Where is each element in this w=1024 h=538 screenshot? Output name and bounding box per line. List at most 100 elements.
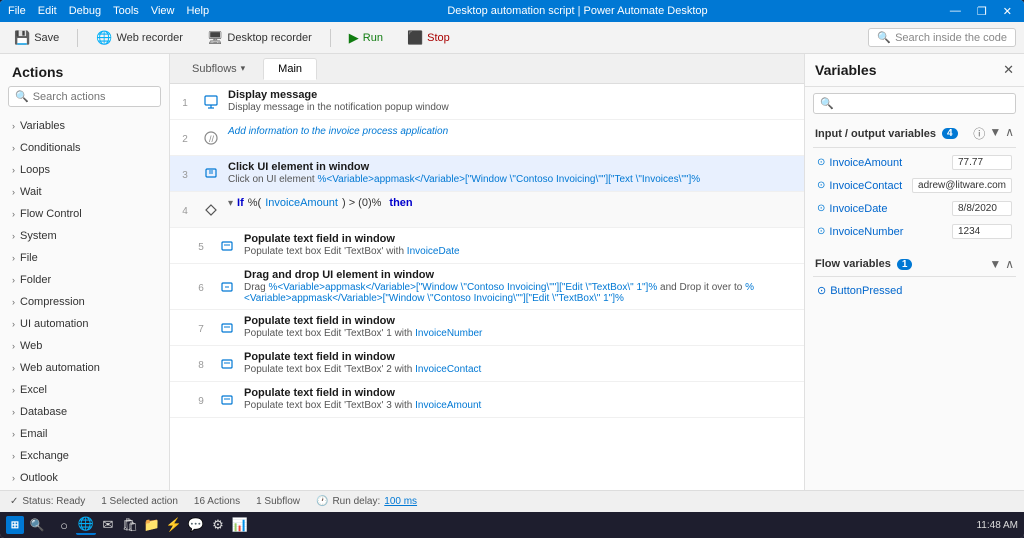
taskbar-icon-teams[interactable]: 💬 — [186, 515, 206, 535]
action-row-5[interactable]: 5 Populate text field in window Populate… — [170, 228, 804, 264]
collapse-flow-vars-button[interactable]: ∧ — [1005, 257, 1014, 271]
sidebar-search-icon: 🔍 — [15, 90, 29, 103]
input-output-count-badge: 4 — [942, 128, 958, 139]
variables-close-button[interactable]: ✕ — [1003, 62, 1014, 78]
var-value-invoice-date: 8/8/2020 — [952, 201, 1012, 216]
sidebar-item-outlook[interactable]: › Outlook — [0, 467, 169, 489]
action-number-3: 3 — [170, 156, 200, 191]
filter-variables-button[interactable]: ▼ — [989, 125, 1001, 142]
close-button[interactable]: ✕ — [999, 5, 1016, 18]
sidebar-item-exchange[interactable]: › Exchange — [0, 445, 169, 467]
tab-subflows[interactable]: Subflows ▾ — [178, 59, 259, 79]
menu-view[interactable]: View — [151, 5, 175, 17]
input-output-section-title: Input / output variables 4 — [815, 128, 958, 140]
chevron-icon: › — [12, 429, 15, 439]
taskbar-icon-folder[interactable]: 📁 — [142, 515, 162, 535]
sidebar-item-web[interactable]: › Web — [0, 335, 169, 357]
action-row-3[interactable]: 3 Click UI element in window Click on UI… — [170, 156, 804, 192]
save-button[interactable]: 💾 Save — [8, 27, 65, 49]
add-variable-button[interactable]: ⓘ — [973, 125, 985, 142]
chevron-icon: › — [12, 297, 15, 307]
sidebar-search-box[interactable]: 🔍 — [8, 86, 161, 107]
variables-title: Variables — [815, 62, 877, 78]
collapse-icon[interactable]: ▾ — [228, 198, 233, 209]
action-content-5: Populate text field in window Populate t… — [238, 228, 804, 263]
sidebar-item-flow-control[interactable]: › Flow Control — [0, 203, 169, 225]
var-item-invoice-date[interactable]: ⊙ InvoiceDate 8/8/2020 — [813, 198, 1016, 219]
action-row-8[interactable]: 8 Populate text field in window Populate… — [170, 346, 804, 382]
menu-tools[interactable]: Tools — [113, 5, 139, 17]
sidebar-item-ui-automation[interactable]: › UI automation — [0, 313, 169, 335]
sidebar-item-web-automation[interactable]: › Web automation — [0, 357, 169, 379]
var-item-invoice-amount[interactable]: ⊙ InvoiceAmount 77.77 — [813, 152, 1016, 173]
chevron-icon: › — [12, 209, 15, 219]
action-number-6: 6 — [186, 264, 216, 309]
sidebar-item-loops[interactable]: › Loops — [0, 159, 169, 181]
action-row-2[interactable]: 2 // Add information to the invoice proc… — [170, 120, 804, 156]
menu-bar[interactable]: File Edit Debug Tools View Help — [8, 5, 209, 17]
action-number-7: 7 — [186, 310, 216, 345]
sidebar-item-variables[interactable]: › Variables — [0, 115, 169, 137]
flow-vars-section-actions[interactable]: ▼ ∧ — [989, 257, 1014, 271]
delay-value-link[interactable]: 100 ms — [384, 496, 417, 507]
taskbar-icon-other[interactable]: 📊 — [230, 515, 250, 535]
taskbar-icon-mail[interactable]: ✉ — [98, 515, 118, 535]
action-desc-8: Populate text box Edit 'TextBox' 2 with … — [244, 364, 798, 375]
menu-debug[interactable]: Debug — [69, 5, 101, 17]
variables-search-box[interactable]: 🔍 — [813, 93, 1016, 114]
sidebar-search-input[interactable] — [33, 91, 154, 103]
flow-var-button-pressed[interactable]: ⊙ ButtonPressed — [813, 281, 1016, 300]
desktop-recorder-button[interactable]: 🖥 Desktop recorder — [201, 27, 318, 49]
menu-edit[interactable]: Edit — [38, 5, 57, 17]
desktop-recorder-icon: 🖥 — [207, 30, 224, 46]
search-icon: 🔍 — [877, 31, 891, 44]
maximize-button[interactable]: ❐ — [973, 5, 991, 18]
taskbar-icon-automate[interactable]: ⚡ — [164, 515, 184, 535]
action-row-9[interactable]: 9 Populate text field in window Populate… — [170, 382, 804, 418]
taskbar-time: 11:48 AM — [976, 520, 1018, 531]
sidebar-item-system[interactable]: › System — [0, 225, 169, 247]
sidebar-item-email[interactable]: › Email — [0, 423, 169, 445]
filter-flow-vars-button[interactable]: ▼ — [989, 257, 1001, 271]
action-row-6[interactable]: 6 Drag and drop UI element in window Dra… — [170, 264, 804, 310]
input-output-section-actions[interactable]: ⓘ ▼ ∧ — [973, 125, 1014, 142]
taskbar-icon-browser[interactable]: 🌐 — [76, 515, 96, 535]
action-row-1[interactable]: 1 Display message Display message in the… — [170, 84, 804, 120]
menu-help[interactable]: Help — [186, 5, 209, 17]
stop-button[interactable]: ⬛ Stop — [401, 27, 456, 49]
taskbar-icon-store[interactable]: 🛍 — [120, 515, 140, 535]
sidebar-item-compression[interactable]: › Compression — [0, 291, 169, 313]
sidebar-item-excel[interactable]: › Excel — [0, 379, 169, 401]
action-row-7[interactable]: 7 Populate text field in window Populate… — [170, 310, 804, 346]
sidebar-item-wait[interactable]: › Wait — [0, 181, 169, 203]
status-bar: ✓ Status: Ready 1 Selected action 16 Act… — [0, 490, 1024, 512]
action-desc-7: Populate text box Edit 'TextBox' 1 with … — [244, 328, 798, 339]
var-item-invoice-number[interactable]: ⊙ InvoiceNumber 1234 — [813, 221, 1016, 242]
menu-file[interactable]: File — [8, 5, 26, 17]
sidebar-item-folder[interactable]: › Folder — [0, 269, 169, 291]
run-button[interactable]: ▶ Run — [343, 27, 389, 49]
sidebar-item-database[interactable]: › Database — [0, 401, 169, 423]
action-desc-5: Populate text box Edit 'TextBox' with In… — [244, 246, 798, 257]
var-search-input[interactable] — [838, 98, 1009, 110]
action-row-4[interactable]: 4 ▾ If %( InvoiceAmount ) > (0)% then — [170, 192, 804, 228]
taskbar-icon-cortana[interactable]: ○ — [54, 515, 74, 535]
code-search[interactable]: 🔍 Search inside the code — [868, 28, 1016, 47]
web-recorder-button[interactable]: 🌐 Web recorder — [90, 27, 189, 49]
var-item-invoice-contact[interactable]: ⊙ InvoiceContact adrew@litware.com — [813, 175, 1016, 196]
sidebar-item-file[interactable]: › File — [0, 247, 169, 269]
taskbar-search-button[interactable]: 🔍 — [28, 516, 46, 534]
tab-main[interactable]: Main — [263, 58, 317, 80]
collapse-section-button[interactable]: ∧ — [1005, 125, 1014, 142]
run-icon: ▶ — [349, 30, 359, 46]
window-controls[interactable]: — ❐ ✕ — [946, 5, 1016, 18]
status-run-delay: 🕐 Run delay: 100 ms — [316, 496, 417, 507]
minimize-button[interactable]: — — [946, 5, 965, 18]
action-title-5: Populate text field in window — [244, 233, 798, 245]
action-content-9: Populate text field in window Populate t… — [238, 382, 804, 417]
flow-variables-section: Flow variables 1 ▼ ∧ ⊙ ButtonPressed — [805, 252, 1024, 300]
chevron-icon: › — [12, 385, 15, 395]
taskbar-icon-settings[interactable]: ⚙ — [208, 515, 228, 535]
sidebar-item-conditionals[interactable]: › Conditionals — [0, 137, 169, 159]
start-button[interactable]: ⊞ — [6, 516, 24, 534]
